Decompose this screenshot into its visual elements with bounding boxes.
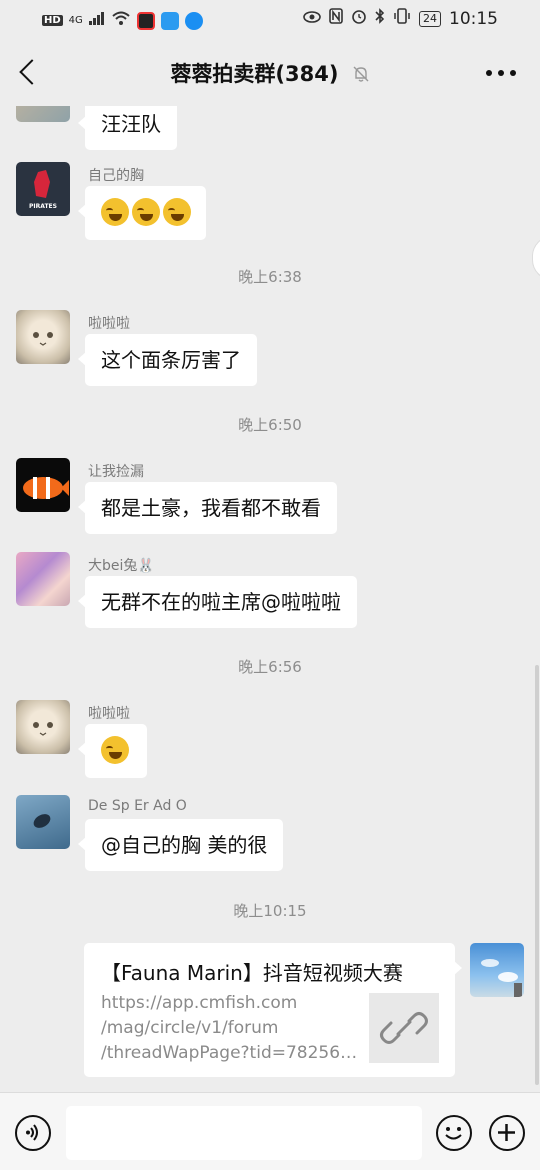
network-type: 4G [68, 14, 83, 26]
more-actions-button[interactable] [489, 1115, 525, 1151]
plus-icon [498, 1124, 515, 1141]
wifi-icon [111, 10, 131, 31]
message-bubble[interactable]: @自己的胸 美的很 [77, 819, 284, 871]
voice-input-button[interactable] [15, 1115, 51, 1151]
smiley-icon [445, 1127, 462, 1140]
chat-title[interactable]: 蓉蓉拍卖群(384) [170, 62, 338, 86]
link-url-line: /mag/circle/v1/forum [101, 1018, 279, 1038]
battery-icon: 24 [419, 10, 441, 27]
message-bubble[interactable]: 汪汪队 [78, 106, 177, 150]
title-wrap: 蓉蓉拍卖群(384) [0, 58, 540, 88]
avatar[interactable] [16, 458, 70, 512]
chat-message-list[interactable]: 汪汪队 PIRATES 自己的胸 晚上6:38 啦啦啦 这个面条厉害了 晚上6:… [0, 106, 540, 1092]
avatar[interactable] [16, 552, 70, 606]
hd-icon: HD [42, 15, 63, 26]
emoji-button[interactable] [436, 1115, 472, 1151]
cat-face-icon [33, 332, 53, 346]
avatar[interactable] [16, 310, 70, 364]
vibrate-icon [393, 8, 411, 29]
timestamp: 晚上10:15 [233, 902, 307, 920]
sender-name: 大bei兔🐰 [88, 558, 155, 574]
telegram-app-icon [160, 11, 179, 30]
message-input[interactable] [66, 1106, 422, 1160]
bluetooth-icon [375, 8, 385, 29]
sender-name: 自己的胸 [88, 168, 144, 184]
my-avatar[interactable] [470, 943, 524, 997]
timestamp: 晚上6:50 [238, 416, 302, 434]
more-menu-icon[interactable] [486, 70, 516, 76]
sender-name: 让我捡漏 [88, 464, 144, 480]
link-chain-icon [380, 1012, 428, 1044]
chat-header: 蓉蓉拍卖群(384) [0, 40, 540, 106]
clownfish-icon [23, 477, 69, 499]
voice-icon [26, 1124, 38, 1141]
link-card-message[interactable]: 【Fauna Marin】抖音短视频大赛 https://app.cmfish.… [84, 943, 462, 1077]
svg-text:PIRATES: PIRATES [29, 203, 57, 210]
message-bubble[interactable]: 无群不在的啦主席@啦啦啦 [78, 576, 357, 628]
avatar[interactable] [16, 700, 70, 754]
emoji-message-bubble[interactable] [78, 186, 206, 240]
avatar[interactable] [16, 106, 70, 122]
link-title: 【Fauna Marin】抖音短视频大赛 [101, 961, 403, 985]
scrollbar[interactable] [535, 665, 539, 1085]
cat-face-icon [33, 722, 53, 736]
status-bar: HD 4G 24 10:15 [0, 0, 540, 40]
crying-laughing-emoji-icon [101, 736, 129, 764]
sender-name: 啦啦啦 [88, 316, 130, 332]
link-url-line: https://app.cmfish.com [101, 993, 298, 1013]
sender-name: De Sp Er Ad O [88, 798, 187, 814]
sky-photo-icon [481, 959, 522, 997]
timestamp: 晚上6:56 [238, 658, 302, 676]
input-bar [0, 1092, 540, 1170]
pirate-logo-icon: PIRATES [29, 170, 57, 210]
message-bubble[interactable]: 都是土豪，我看都不敢看 [78, 482, 337, 534]
message-bubble[interactable]: 这个面条厉害了 [78, 334, 257, 386]
link-url-line: /threadWapPage?tid=78256… [101, 1043, 358, 1063]
eye-icon [303, 10, 321, 28]
alarm-icon [351, 8, 367, 29]
link-url: https://app.cmfish.com /mag/circle/v1/fo… [101, 991, 359, 1066]
clock: 10:15 [449, 8, 498, 29]
crying-laughing-emoji-icon [163, 198, 191, 226]
sender-name: 啦啦啦 [88, 706, 130, 722]
mute-bell-icon [353, 66, 369, 82]
emoji-message-bubble[interactable] [78, 724, 147, 778]
avatar[interactable]: PIRATES [16, 162, 70, 216]
nfc-icon [329, 8, 343, 29]
link-thumbnail [369, 993, 439, 1063]
timestamp: 晚上6:38 [238, 268, 302, 286]
album-art-icon [33, 814, 51, 828]
signal-icon [88, 11, 105, 30]
avatar[interactable] [16, 795, 70, 849]
crying-laughing-emoji-icon [132, 198, 160, 226]
browser-app-icon [184, 11, 203, 30]
app-notification-icon [136, 11, 155, 30]
crying-laughing-emoji-icon [101, 198, 129, 226]
